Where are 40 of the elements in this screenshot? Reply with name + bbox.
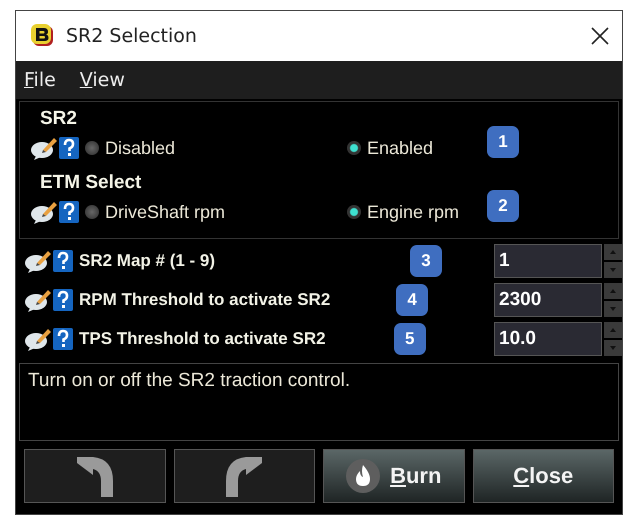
group-title: SR2	[39, 108, 78, 130]
note-pencil-icon	[24, 249, 52, 273]
radio-button[interactable]	[85, 141, 99, 155]
radio-button[interactable]	[347, 141, 361, 155]
field-label: RPM Threshold to activate SR2	[79, 290, 330, 310]
callout-number: 4	[396, 284, 428, 316]
menu-item[interactable]: View	[80, 69, 125, 91]
callout-number: 1	[487, 126, 519, 158]
menu-item[interactable]: File	[24, 69, 56, 91]
help-icon[interactable]	[53, 289, 73, 311]
help-icon[interactable]	[53, 250, 73, 272]
option-label: Disabled	[105, 138, 176, 158]
help-icon[interactable]	[59, 137, 79, 159]
number-field[interactable]: 1	[494, 244, 602, 278]
note-pencil-icon	[24, 327, 52, 351]
radio-button[interactable]	[347, 205, 361, 219]
radio-button[interactable]	[85, 205, 99, 219]
help-icon[interactable]	[59, 201, 79, 223]
close-icon[interactable]	[590, 26, 610, 46]
burn-button[interactable]: Burn	[323, 449, 464, 503]
app-logo-icon	[30, 23, 56, 49]
note-pencil-icon	[30, 200, 58, 224]
flame-icon	[346, 459, 380, 493]
window-title: SR2 Selection	[66, 25, 198, 47]
note-pencil-icon	[24, 288, 52, 312]
field-label: TPS Threshold to activate SR2	[79, 329, 326, 349]
number-field[interactable]: 10.0	[494, 322, 602, 356]
callout-number: 3	[410, 245, 442, 277]
help-icon[interactable]	[53, 328, 73, 350]
description-text: Turn on or off the SR2 traction control.	[19, 363, 619, 441]
option-label: DriveShaft rpm	[105, 202, 226, 222]
field-label: SR2 Map # (1 - 9)	[79, 251, 216, 271]
note-pencil-icon	[30, 136, 58, 160]
option-label: Enabled	[367, 138, 434, 158]
callout-number: 2	[487, 190, 519, 222]
callout-number: 5	[394, 323, 426, 355]
number-field[interactable]: 2300	[494, 283, 602, 317]
group-title: ETM Select	[39, 172, 142, 194]
option-label: Engine rpm	[367, 202, 460, 222]
close-button[interactable]: Close	[472, 449, 614, 503]
